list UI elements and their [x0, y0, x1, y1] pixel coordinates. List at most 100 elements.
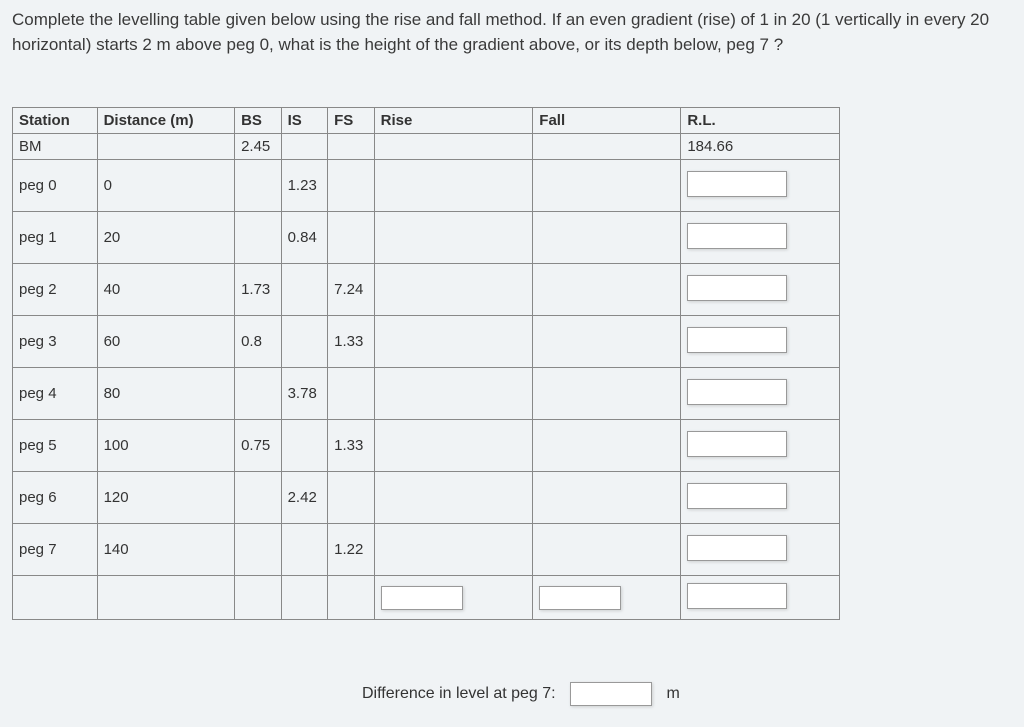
cell-rise: [374, 264, 533, 316]
cell-fs: [328, 134, 375, 160]
rl-input[interactable]: [687, 223, 787, 249]
cell-is: 3.78: [281, 368, 328, 420]
cell-station: peg 4: [13, 368, 98, 420]
table-row: peg 2401.737.24: [13, 264, 840, 316]
rl-input[interactable]: [687, 171, 787, 197]
cell-rise: [374, 212, 533, 264]
cell-fs: [328, 368, 375, 420]
rl-input[interactable]: [687, 583, 787, 609]
table-row: BM 2.45 184.66: [13, 134, 840, 160]
cell-fall: [533, 420, 681, 472]
cell-is: 1.23: [281, 160, 328, 212]
cell-is: 2.42: [281, 472, 328, 524]
cell-rl: 184.66: [681, 134, 840, 160]
cell-fs: 1.33: [328, 420, 375, 472]
cell-fall: [533, 264, 681, 316]
header-station: Station: [13, 108, 98, 134]
cell-station: peg 5: [13, 420, 98, 472]
cell-rise: [374, 316, 533, 368]
cell-bs: [235, 576, 282, 620]
cell-bs: 0.8: [235, 316, 282, 368]
cell-distance: 80: [97, 368, 234, 420]
cell-is: [281, 576, 328, 620]
cell-rise: [374, 160, 533, 212]
footer-question: Difference in level at peg 7: m: [12, 682, 1012, 706]
cell-distance: 100: [97, 420, 234, 472]
cell-rl: [681, 420, 840, 472]
header-rise: Rise: [374, 108, 533, 134]
cell-rise: [374, 576, 533, 620]
cell-fs: 7.24: [328, 264, 375, 316]
cell-fall: [533, 212, 681, 264]
cell-station: peg 6: [13, 472, 98, 524]
cell-rl: [681, 316, 840, 368]
cell-rl: [681, 212, 840, 264]
rl-input[interactable]: [687, 327, 787, 353]
cell-distance: [97, 134, 234, 160]
cell-bs: [235, 368, 282, 420]
cell-fs: [328, 576, 375, 620]
cell-bs: 0.75: [235, 420, 282, 472]
cell-distance: 20: [97, 212, 234, 264]
rl-input[interactable]: [687, 275, 787, 301]
cell-rise: [374, 420, 533, 472]
table-row: peg 480 3.78: [13, 368, 840, 420]
cell-fs: 1.22: [328, 524, 375, 576]
cell-fall: [533, 576, 681, 620]
table-row: peg 7140 1.22: [13, 524, 840, 576]
cell-fs: [328, 472, 375, 524]
table-row: peg 00 1.23: [13, 160, 840, 212]
cell-rl: [681, 524, 840, 576]
cell-distance: 140: [97, 524, 234, 576]
cell-is: [281, 420, 328, 472]
cell-bs: 2.45: [235, 134, 282, 160]
cell-station: peg 1: [13, 212, 98, 264]
cell-fs: 1.33: [328, 316, 375, 368]
cell-station: peg 7: [13, 524, 98, 576]
rise-input[interactable]: [381, 586, 463, 610]
cell-rise: [374, 524, 533, 576]
table-row: peg 61202.42: [13, 472, 840, 524]
cell-fall: [533, 524, 681, 576]
cell-station: [13, 576, 98, 620]
table-row: peg 120 0.84: [13, 212, 840, 264]
cell-rise: [374, 368, 533, 420]
cell-is: 0.84: [281, 212, 328, 264]
cell-bs: [235, 212, 282, 264]
cell-fall: [533, 472, 681, 524]
cell-station: peg 3: [13, 316, 98, 368]
difference-input[interactable]: [570, 682, 652, 706]
header-fs: FS: [328, 108, 375, 134]
footer-label: Difference in level at peg 7:: [362, 686, 556, 703]
cell-is: [281, 134, 328, 160]
cell-station: peg 2: [13, 264, 98, 316]
rl-input[interactable]: [687, 483, 787, 509]
cell-is: [281, 524, 328, 576]
cell-station: peg 0: [13, 160, 98, 212]
table-row: peg 3600.81.33: [13, 316, 840, 368]
header-is: IS: [281, 108, 328, 134]
fall-input[interactable]: [539, 586, 621, 610]
cell-rl: [681, 472, 840, 524]
cell-rl: [681, 576, 840, 620]
cell-rl: [681, 160, 840, 212]
rl-input[interactable]: [687, 535, 787, 561]
cell-fs: [328, 160, 375, 212]
table-header-row: Station Distance (m) BS IS FS Rise Fall …: [13, 108, 840, 134]
header-distance: Distance (m): [97, 108, 234, 134]
question-text: Complete the levelling table given below…: [12, 8, 1012, 57]
cell-rise: [374, 472, 533, 524]
rl-input[interactable]: [687, 379, 787, 405]
cell-rise: [374, 134, 533, 160]
cell-station: BM: [13, 134, 98, 160]
cell-bs: [235, 160, 282, 212]
rl-input[interactable]: [687, 431, 787, 457]
levelling-table: Station Distance (m) BS IS FS Rise Fall …: [12, 107, 840, 620]
cell-is: [281, 316, 328, 368]
header-rl: R.L.: [681, 108, 840, 134]
table-row: [13, 576, 840, 620]
cell-distance: 0: [97, 160, 234, 212]
cell-distance: 40: [97, 264, 234, 316]
cell-rl: [681, 368, 840, 420]
cell-distance: [97, 576, 234, 620]
